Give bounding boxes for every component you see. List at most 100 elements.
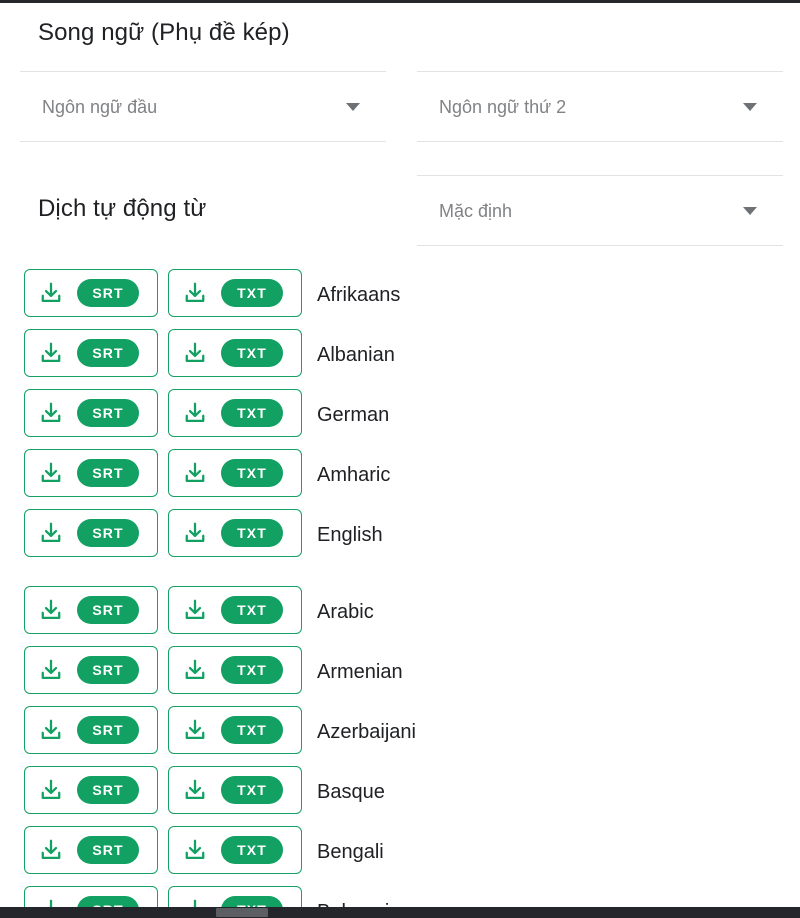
language-label: Belarusian xyxy=(317,899,412,907)
language-row: SRT TXT Azerbaijani xyxy=(0,702,800,762)
language-label: Amharic xyxy=(317,464,391,486)
txt-format-badge: TXT xyxy=(221,776,283,804)
download-icon xyxy=(38,897,64,907)
download-srt-button[interactable]: SRT xyxy=(24,449,158,497)
download-txt-button[interactable]: TXT xyxy=(168,269,302,317)
chevron-down-icon xyxy=(346,102,360,111)
download-srt-button[interactable]: SRT xyxy=(24,586,158,634)
download-srt-button[interactable]: SRT xyxy=(24,269,158,317)
download-srt-button[interactable]: SRT xyxy=(24,329,158,377)
txt-format-badge: TXT xyxy=(221,716,283,744)
txt-format-badge: TXT xyxy=(221,596,283,624)
language-row: SRT TXT English xyxy=(0,505,800,565)
download-icon xyxy=(182,400,208,426)
txt-format-badge: TXT xyxy=(221,279,283,307)
download-txt-button[interactable]: TXT xyxy=(168,706,302,754)
download-icon xyxy=(182,777,208,803)
language-label: English xyxy=(317,524,383,546)
language-label: Arabic xyxy=(317,601,374,623)
download-txt-button[interactable]: TXT xyxy=(168,509,302,557)
download-icon xyxy=(38,280,64,306)
download-icon xyxy=(182,280,208,306)
txt-format-badge: TXT xyxy=(221,896,283,907)
source-language-value: Ngôn ngữ đầu xyxy=(42,96,158,117)
txt-format-badge: TXT xyxy=(221,399,283,427)
download-icon xyxy=(38,657,64,683)
download-txt-button[interactable]: TXT xyxy=(168,329,302,377)
download-icon xyxy=(182,837,208,863)
language-label: Azerbaijani xyxy=(317,721,416,743)
download-icon xyxy=(38,597,64,623)
srt-format-badge: SRT xyxy=(77,339,139,367)
language-download-list: SRT TXT Afrikaans SRT TXT Albanian SRT TXT Germa… xyxy=(0,265,800,907)
target-language-select[interactable]: Ngôn ngữ thứ 2 xyxy=(417,71,783,142)
language-row: SRT TXT Bengali xyxy=(0,822,800,882)
download-icon xyxy=(182,520,208,546)
language-row: SRT TXT Afrikaans xyxy=(0,265,800,325)
txt-format-badge: TXT xyxy=(221,339,283,367)
horizontal-scrollbar-thumb[interactable] xyxy=(216,908,268,917)
horizontal-scrollbar[interactable] xyxy=(0,907,800,918)
download-srt-button[interactable]: SRT xyxy=(24,509,158,557)
language-row: SRT TXT German xyxy=(0,385,800,445)
download-icon xyxy=(38,717,64,743)
download-icon xyxy=(38,520,64,546)
srt-format-badge: SRT xyxy=(77,519,139,547)
srt-format-badge: SRT xyxy=(77,656,139,684)
language-label: Afrikaans xyxy=(317,284,401,306)
language-row: SRT TXT Arabic xyxy=(0,582,800,642)
language-row: SRT TXT Basque xyxy=(0,762,800,822)
srt-format-badge: SRT xyxy=(77,896,139,907)
txt-format-badge: TXT xyxy=(221,836,283,864)
download-txt-button[interactable]: TXT xyxy=(168,646,302,694)
download-icon xyxy=(182,897,208,907)
download-icon xyxy=(182,597,208,623)
language-row: SRT TXT Armenian xyxy=(0,642,800,702)
download-icon xyxy=(182,460,208,486)
download-icon xyxy=(38,837,64,863)
txt-format-badge: TXT xyxy=(221,459,283,487)
srt-format-badge: SRT xyxy=(77,596,139,624)
download-srt-button[interactable]: SRT xyxy=(24,646,158,694)
download-txt-button[interactable]: TXT xyxy=(168,766,302,814)
download-txt-button[interactable]: TXT xyxy=(168,449,302,497)
srt-format-badge: SRT xyxy=(77,776,139,804)
download-srt-button[interactable]: SRT xyxy=(24,706,158,754)
srt-format-badge: SRT xyxy=(77,399,139,427)
chevron-down-icon xyxy=(743,206,757,215)
target-language-value: Ngôn ngữ thứ 2 xyxy=(439,96,567,117)
download-srt-button[interactable]: SRT xyxy=(24,826,158,874)
download-icon xyxy=(38,400,64,426)
srt-format-badge: SRT xyxy=(77,279,139,307)
language-label: Albanian xyxy=(317,344,395,366)
download-srt-button[interactable]: SRT xyxy=(24,766,158,814)
language-label: German xyxy=(317,404,390,426)
auto-translate-title: Dịch tự động từ xyxy=(38,195,207,222)
language-label: Basque xyxy=(317,781,385,803)
srt-format-badge: SRT xyxy=(77,716,139,744)
page-title: Song ngữ (Phụ đề kép) xyxy=(38,19,290,46)
language-label: Bengali xyxy=(317,841,384,863)
download-icon xyxy=(182,340,208,366)
download-srt-button[interactable]: SRT xyxy=(24,886,158,907)
download-txt-button[interactable]: TXT xyxy=(168,826,302,874)
page-content: Song ngữ (Phụ đề kép) Ngôn ngữ đầu Ngôn … xyxy=(0,3,800,907)
download-icon xyxy=(182,717,208,743)
auto-translate-select[interactable]: Mặc định xyxy=(417,175,783,246)
txt-format-badge: TXT xyxy=(221,519,283,547)
download-icon xyxy=(38,777,64,803)
download-txt-button[interactable]: TXT xyxy=(168,586,302,634)
download-icon xyxy=(38,340,64,366)
language-row: SRT TXT Belarusian xyxy=(0,882,800,907)
txt-format-badge: TXT xyxy=(221,656,283,684)
source-language-select[interactable]: Ngôn ngữ đầu xyxy=(20,71,386,142)
srt-format-badge: SRT xyxy=(77,459,139,487)
download-txt-button[interactable]: TXT xyxy=(168,389,302,437)
download-txt-button[interactable]: TXT xyxy=(168,886,302,907)
language-label: Armenian xyxy=(317,661,403,683)
download-srt-button[interactable]: SRT xyxy=(24,389,158,437)
auto-translate-value: Mặc định xyxy=(439,200,513,221)
download-icon xyxy=(182,657,208,683)
srt-format-badge: SRT xyxy=(77,836,139,864)
download-icon xyxy=(38,460,64,486)
